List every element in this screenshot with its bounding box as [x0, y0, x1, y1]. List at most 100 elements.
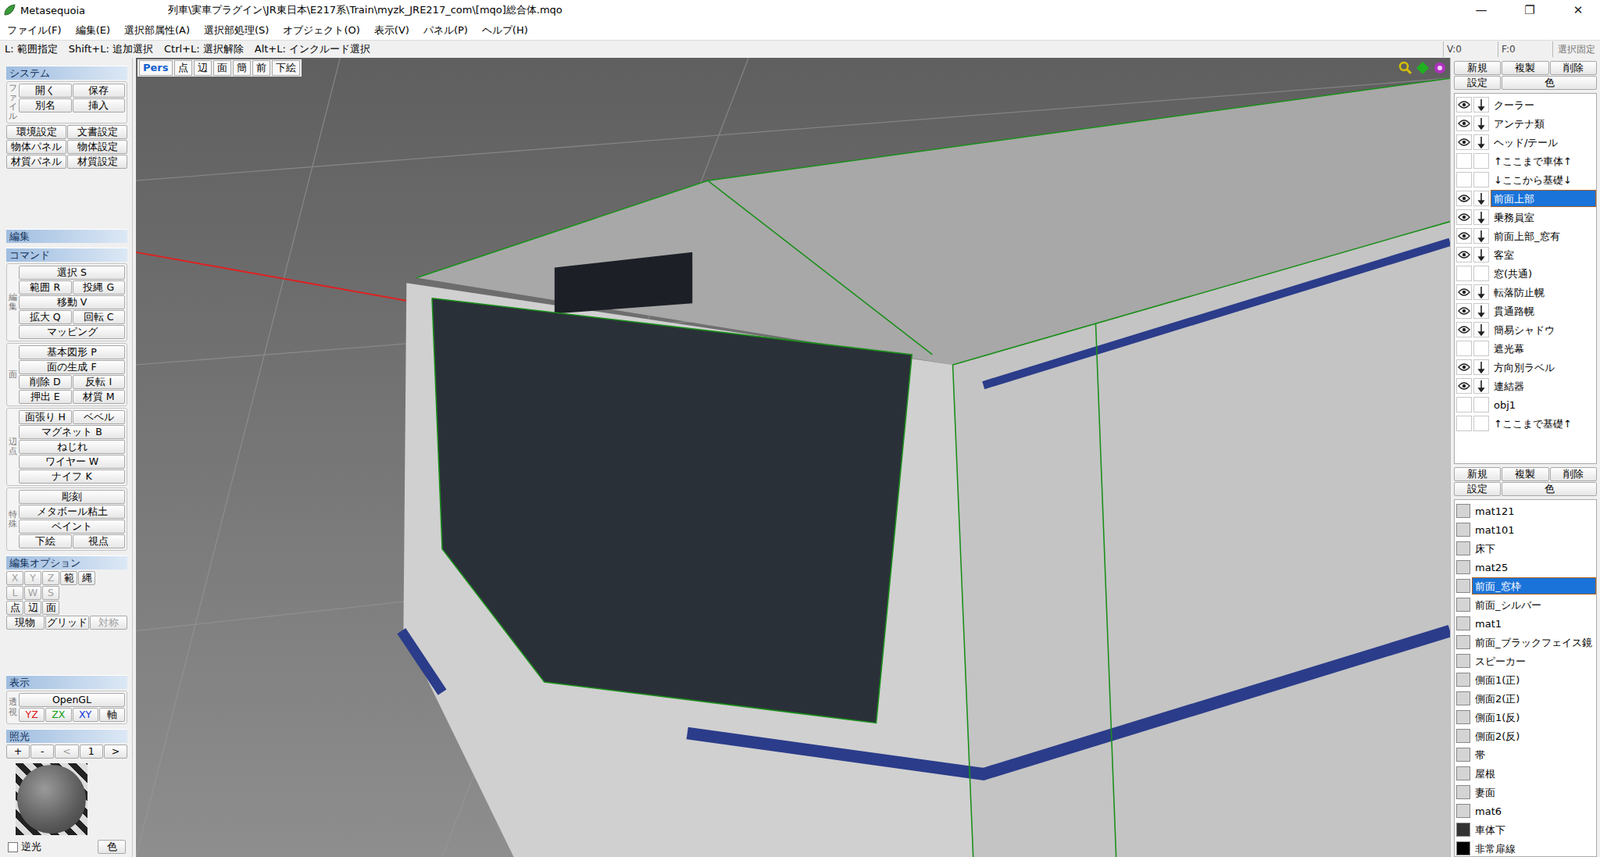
command-button[interactable]: 拡大 Q: [18, 310, 72, 325]
object-row[interactable]: 窓(共通): [1454, 264, 1597, 283]
object-row[interactable]: 乗務員室: [1454, 207, 1597, 227]
pan-icon[interactable]: [1415, 60, 1430, 75]
window-control[interactable]: ❐: [1507, 0, 1552, 21]
object-row[interactable]: 遮光幕: [1454, 339, 1597, 358]
visibility-toggle[interactable]: [1456, 378, 1472, 394]
command-button[interactable]: ナイフ K: [18, 469, 125, 484]
option-button[interactable]: Z: [42, 571, 60, 586]
material-row[interactable]: 車体下: [1454, 820, 1597, 840]
option-button[interactable]: 範: [60, 571, 78, 586]
material-row[interactable]: 帯: [1454, 745, 1597, 765]
panel-button[interactable]: 色: [1501, 482, 1597, 497]
option-button[interactable]: Y: [24, 571, 42, 586]
light-button[interactable]: +: [6, 744, 30, 759]
option-button[interactable]: X: [6, 571, 24, 586]
material-row[interactable]: 屋根: [1454, 764, 1597, 783]
command-button[interactable]: マグネット B: [18, 425, 125, 440]
object-row[interactable]: アンテナ類: [1454, 114, 1597, 133]
material-row[interactable]: 前面_ブラックフェイス鏡: [1454, 632, 1597, 652]
edit-toggle[interactable]: [1473, 359, 1490, 375]
light-button[interactable]: <: [54, 744, 79, 759]
command-button[interactable]: 材質設定: [67, 154, 128, 169]
light-button[interactable]: >: [103, 744, 128, 759]
command-button[interactable]: 文書設定: [67, 125, 128, 140]
edit-toggle[interactable]: [1473, 228, 1490, 244]
menu-item[interactable]: パネル(P): [416, 23, 475, 38]
command-button[interactable]: 視点: [72, 534, 126, 549]
edit-toggle[interactable]: [1473, 265, 1490, 282]
object-row[interactable]: 前面上部_窓有: [1454, 226, 1597, 246]
select-lock-button[interactable]: 選択固定: [1552, 41, 1600, 58]
command-button[interactable]: マッピング: [18, 325, 125, 340]
view-mode-button[interactable]: 下絵: [271, 60, 300, 76]
command-button[interactable]: ねじれ: [18, 439, 125, 454]
menu-item[interactable]: オブジェクト(O): [275, 23, 367, 38]
command-button[interactable]: ペイント: [18, 519, 125, 534]
panel-button[interactable]: 新規: [1453, 60, 1501, 75]
material-row[interactable]: 非常扉線: [1454, 839, 1597, 857]
edit-toggle[interactable]: [1473, 246, 1490, 263]
view-mode-button[interactable]: 前: [252, 60, 271, 76]
view-mode-button[interactable]: Pers: [139, 60, 173, 76]
object-row[interactable]: 前面上部: [1454, 189, 1597, 208]
option-button[interactable]: 対称: [89, 615, 129, 630]
object-row[interactable]: ↑ここまで基礎↑: [1454, 414, 1597, 433]
visibility-toggle[interactable]: [1456, 359, 1472, 375]
view-mode-button[interactable]: 面: [213, 60, 232, 76]
zoom-icon[interactable]: [1398, 60, 1413, 75]
panel-button[interactable]: 色: [1501, 75, 1597, 90]
view-mode-button[interactable]: 辺: [193, 60, 212, 76]
panel-button[interactable]: 削除: [1550, 467, 1597, 482]
view-mode-button[interactable]: 点: [174, 60, 193, 76]
option-button[interactable]: 辺: [24, 600, 42, 615]
object-row[interactable]: obj1: [1454, 395, 1597, 415]
command-button[interactable]: メタボール粘土: [18, 504, 125, 519]
panel-button[interactable]: 設定: [1453, 75, 1501, 90]
edit-toggle[interactable]: [1473, 303, 1490, 319]
edit-toggle[interactable]: [1473, 171, 1490, 188]
menu-item[interactable]: 選択部属性(A): [117, 23, 197, 38]
menu-item[interactable]: 表示(V): [367, 23, 417, 38]
window-control[interactable]: ✕: [1556, 0, 1600, 21]
option-button[interactable]: 現物: [6, 615, 45, 630]
command-button[interactable]: 下絵: [18, 534, 72, 549]
command-button[interactable]: 開く: [18, 83, 72, 98]
visibility-toggle[interactable]: [1456, 171, 1472, 188]
visibility-toggle[interactable]: [1456, 415, 1472, 432]
light-color-button[interactable]: 色: [97, 839, 126, 854]
command-button[interactable]: 選択 S: [18, 265, 125, 280]
edit-toggle[interactable]: [1473, 115, 1490, 132]
command-button[interactable]: 範囲 R: [18, 280, 72, 295]
edit-toggle[interactable]: [1473, 396, 1490, 413]
option-button[interactable]: 縄: [78, 571, 96, 586]
edit-toggle[interactable]: [1473, 378, 1490, 394]
command-button[interactable]: 材質 M: [72, 389, 126, 404]
command-button[interactable]: 面張り H: [18, 410, 72, 425]
rotate-icon[interactable]: [1432, 60, 1447, 75]
material-row[interactable]: 側面2(正): [1454, 689, 1597, 708]
command-button[interactable]: 別名: [18, 98, 72, 113]
edit-toggle[interactable]: [1473, 415, 1490, 432]
command-button[interactable]: 物体設定: [67, 139, 128, 154]
panel-button[interactable]: 新規: [1453, 467, 1501, 482]
edit-toggle[interactable]: [1473, 209, 1490, 225]
menu-item[interactable]: 編集(E): [68, 23, 118, 38]
backlight-checkbox[interactable]: [7, 842, 18, 853]
command-button[interactable]: 回転 C: [72, 310, 126, 325]
panel-button[interactable]: 設定: [1453, 482, 1501, 497]
light-preview[interactable]: [15, 763, 88, 836]
visibility-toggle[interactable]: [1456, 115, 1472, 132]
command-button[interactable]: 物体パネル: [6, 139, 67, 154]
visibility-toggle[interactable]: [1456, 134, 1472, 150]
command-button[interactable]: 投縄 G: [72, 280, 126, 295]
visibility-toggle[interactable]: [1456, 340, 1472, 357]
material-row[interactable]: mat101: [1454, 520, 1597, 540]
command-button[interactable]: 面の生成 F: [18, 360, 125, 375]
material-row[interactable]: 側面2(反): [1454, 726, 1597, 746]
visibility-toggle[interactable]: [1456, 96, 1472, 113]
axis-button[interactable]: ZX: [45, 707, 72, 722]
visibility-toggle[interactable]: [1456, 265, 1472, 282]
3d-viewport[interactable]: Pers点辺面簡前下絵: [135, 57, 1450, 857]
object-row[interactable]: 方向別ラベル: [1454, 357, 1597, 377]
command-button[interactable]: 削除 D: [18, 375, 72, 390]
